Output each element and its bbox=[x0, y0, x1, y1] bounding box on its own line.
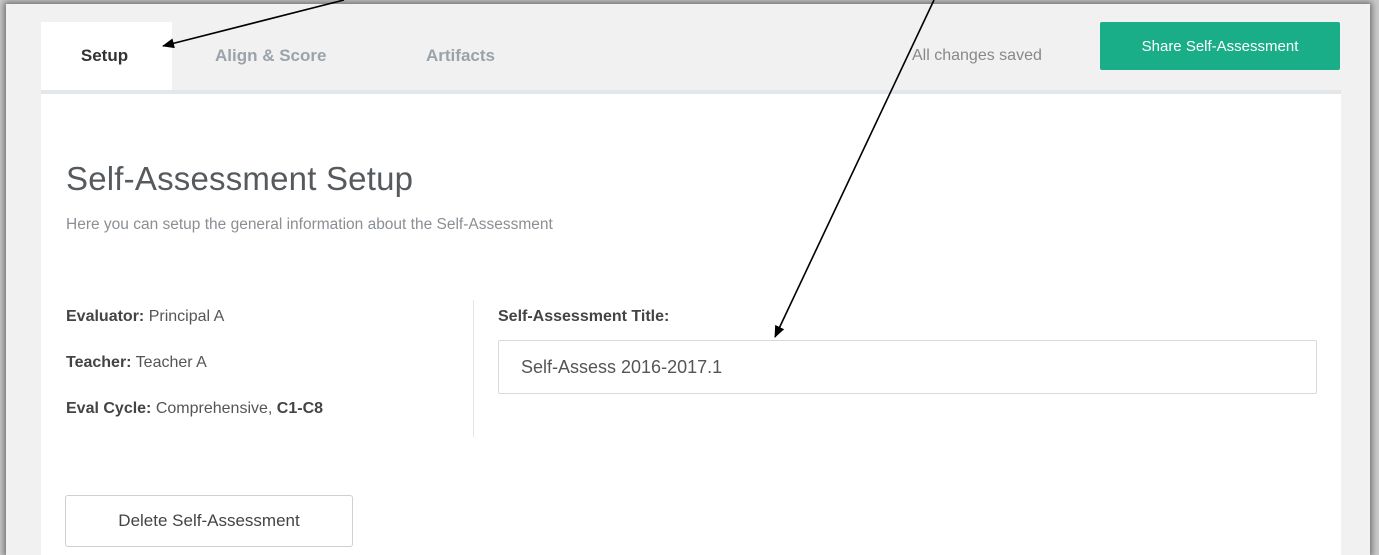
page-subtitle: Here you can setup the general informati… bbox=[66, 216, 553, 233]
tab-setup[interactable]: Setup bbox=[41, 22, 172, 90]
eval-cycle-value: Comprehensive, bbox=[155, 400, 273, 417]
teacher-value: Teacher A bbox=[135, 354, 207, 371]
page-title: Self-Assessment Setup bbox=[66, 160, 414, 197]
share-self-assessment-button[interactable]: Share Self-Assessment bbox=[1100, 22, 1340, 70]
app-window: Setup Align & Score Artifacts All change… bbox=[6, 4, 1370, 555]
tab-align-score[interactable]: Align & Score bbox=[215, 22, 326, 90]
eval-cycle-range: C1-C8 bbox=[276, 400, 324, 417]
evaluator-label: Evaluator: bbox=[66, 308, 145, 325]
evaluator-value: Principal A bbox=[148, 308, 225, 325]
save-status: All changes saved bbox=[912, 47, 1042, 64]
eval-cycle-label: Eval Cycle: bbox=[66, 400, 152, 417]
setup-panel: Self-Assessment Setup Here you can setup… bbox=[41, 94, 1341, 555]
evaluator-row: Evaluator: Principal A bbox=[66, 308, 323, 354]
self-assessment-title-input[interactable] bbox=[498, 340, 1317, 394]
self-assessment-title-label: Self-Assessment Title: bbox=[498, 308, 670, 325]
column-divider bbox=[473, 300, 474, 437]
delete-self-assessment-button[interactable]: Delete Self-Assessment bbox=[65, 495, 353, 547]
eval-cycle-row: Eval Cycle: Comprehensive, C1-C8 bbox=[66, 400, 323, 446]
tab-bar: Setup Align & Score Artifacts All change… bbox=[6, 4, 1370, 90]
teacher-row: Teacher: Teacher A bbox=[66, 354, 323, 400]
assessment-info: Evaluator: Principal A Teacher: Teacher … bbox=[66, 308, 323, 446]
tab-artifacts[interactable]: Artifacts bbox=[426, 22, 495, 90]
teacher-label: Teacher: bbox=[66, 354, 132, 371]
